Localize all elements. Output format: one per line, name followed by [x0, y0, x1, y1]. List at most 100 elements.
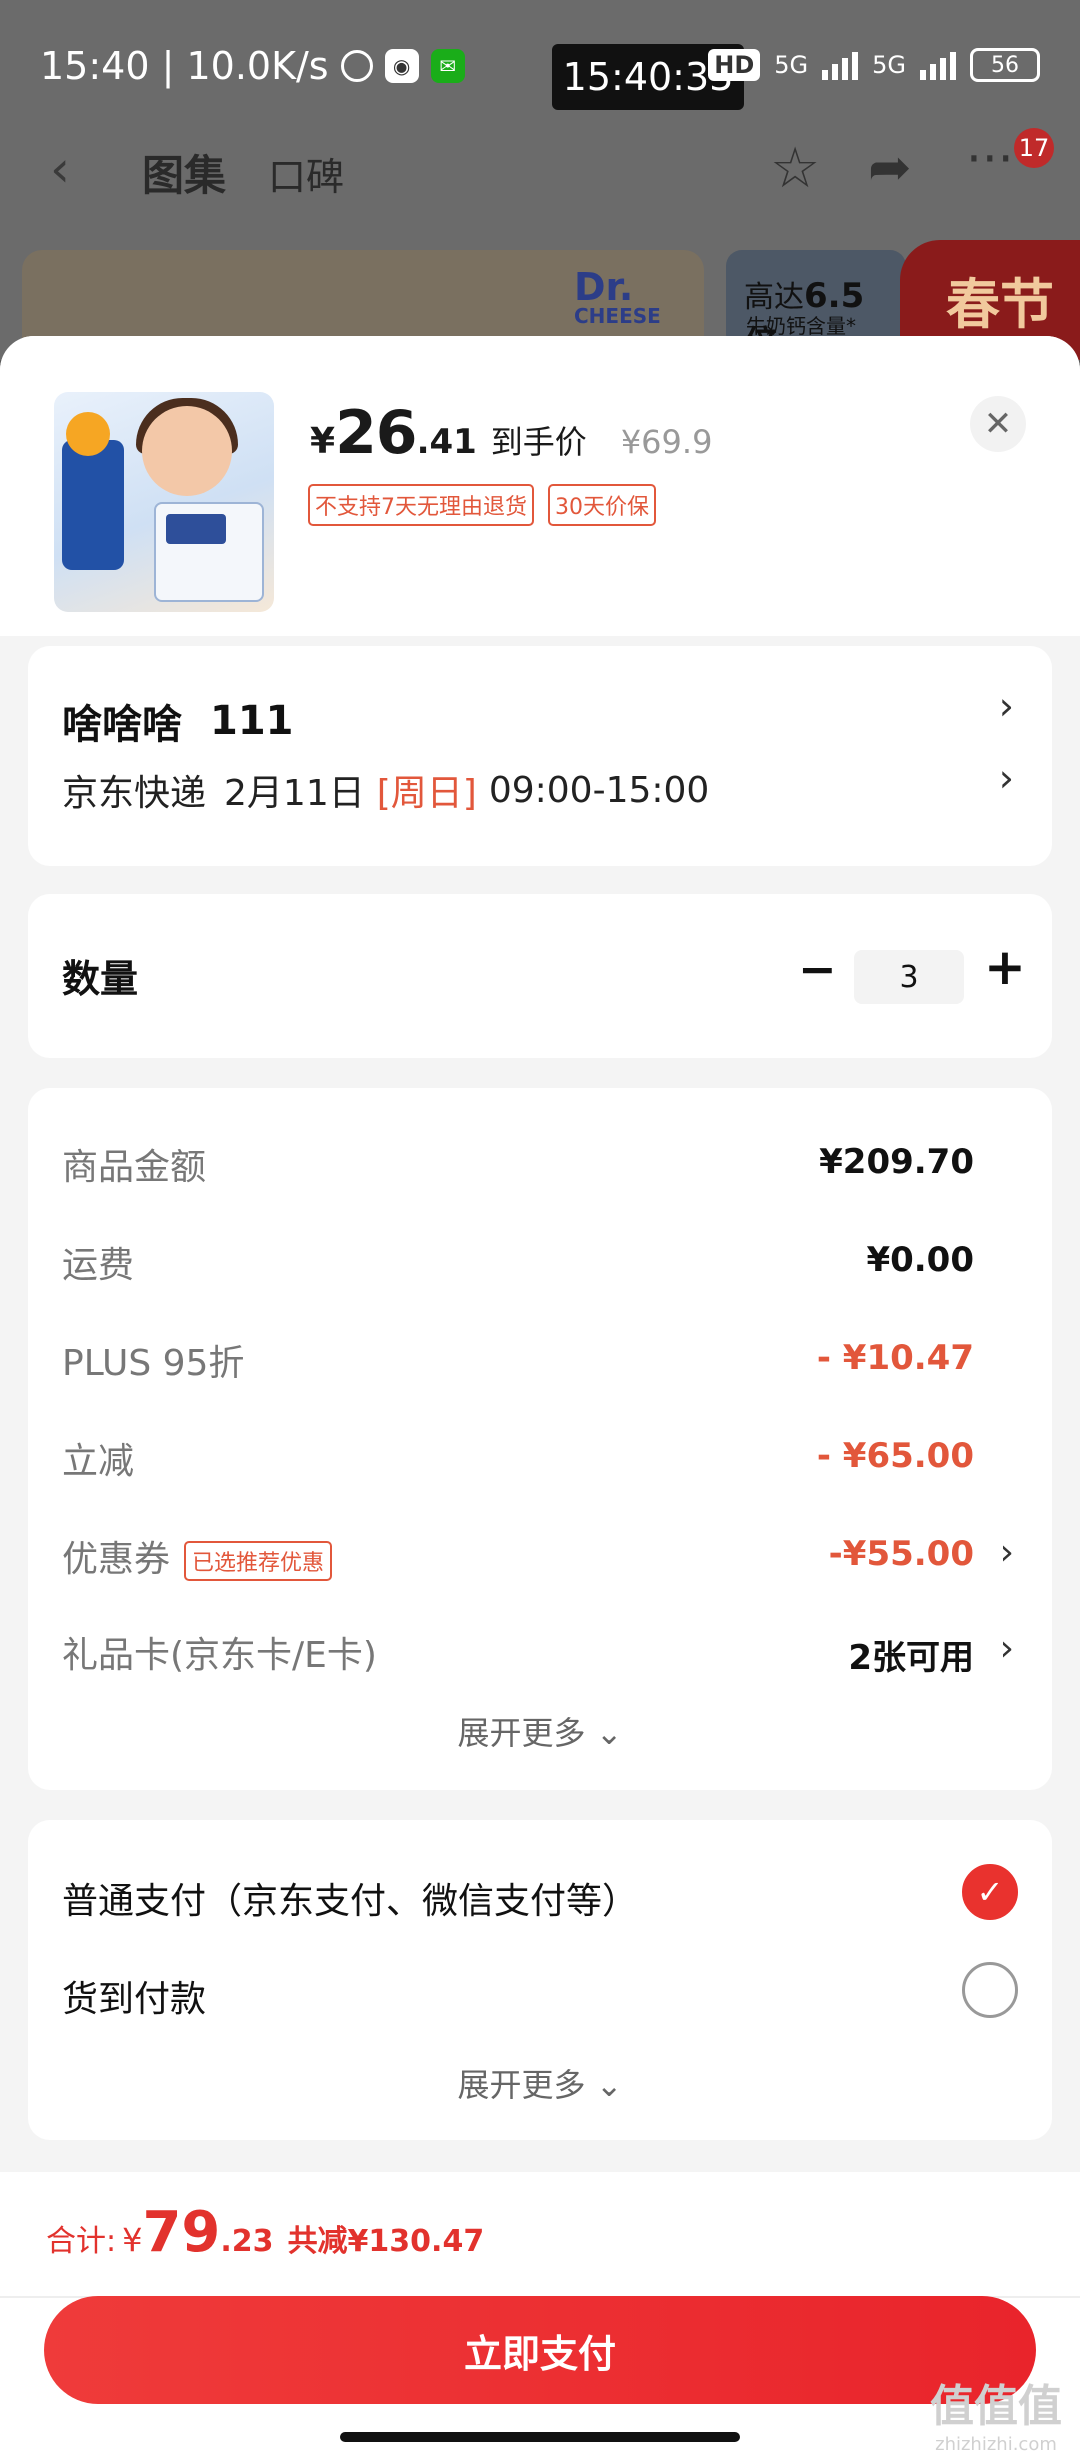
payment-method-card: 普通支付（京东支付、微信支付等） ✓ 货到付款 展开更多 ⌄: [28, 1820, 1052, 2140]
radio-unchecked-icon[interactable]: [962, 1962, 1018, 2018]
battery-icon: 56: [970, 48, 1040, 82]
product-image: [54, 392, 274, 612]
fee-label: PLUS 95折: [62, 1343, 245, 1384]
recipient-phone: 111: [210, 698, 294, 744]
original-price: ¥69.9: [620, 423, 713, 461]
price-decimal: .41: [416, 422, 477, 462]
delivery-info[interactable]: 京东快递 2月11日 [周日] 09:00-15:00: [62, 764, 1018, 816]
hd-badge: HD: [708, 49, 761, 81]
watermark: 值值值 zhizhizhi.com: [930, 2370, 1062, 2455]
total-integer: 79: [142, 2200, 221, 2265]
total-saved: 共减¥130.47: [287, 2224, 485, 2259]
background-page: 15:40 | 10.0K/s ◉ ✉ 15:40:33 HD 5G 5G 56…: [0, 0, 1080, 360]
tag-price-protect: 30天价保: [548, 484, 656, 526]
tag-no-return: 不支持7天无理由退货: [308, 484, 534, 526]
signal-icon: [822, 50, 859, 80]
address-card[interactable]: 啥啥啥 111 › 京东快递 2月11日 [周日] 09:00-15:00 ›: [28, 646, 1052, 866]
expand-more-button[interactable]: 展开更多 ⌄: [28, 2060, 1052, 2106]
expand-more-button[interactable]: 展开更多 ⌄: [28, 1708, 1052, 1754]
fee-row-coupon[interactable]: 优惠券 已选推荐优惠 -¥55.00 ›: [62, 1530, 1018, 1590]
payment-option-label: 普通支付（京东支付、微信支付等）: [62, 1881, 639, 1922]
tab-gallery[interactable]: 图集: [142, 142, 226, 203]
fee-row-instant: 立减 - ¥65.00: [62, 1432, 1018, 1492]
decrease-button[interactable]: −: [798, 942, 837, 996]
total-label: 合计:: [46, 2224, 117, 2259]
fee-label: 立减: [62, 1441, 135, 1482]
chevron-right-icon[interactable]: ›: [1000, 1532, 1014, 1573]
image-side-tag: [62, 440, 124, 570]
expand-more-label: 展开更多: [457, 1714, 586, 1752]
quantity-input[interactable]: 3: [854, 950, 964, 1004]
fee-value: -¥55.00: [828, 1534, 974, 1574]
checkout-sheet: ¥ 26 .41 到手价 ¥69.9 不支持7天无理由退货 30天价保 ✕ 啥啥…: [0, 336, 1080, 2460]
fee-label: 运费: [62, 1245, 135, 1286]
promo-sub: 牛奶钙含量*: [746, 314, 856, 338]
back-arrow-icon[interactable]: ‹: [50, 140, 70, 198]
chevron-down-icon: ⌄: [595, 1714, 623, 1752]
chevron-right-icon[interactable]: ›: [999, 756, 1014, 800]
fee-value: ¥0.00: [866, 1240, 974, 1280]
brand-line-2: CHEESE: [574, 304, 661, 328]
fee-label: 优惠券 已选推荐优惠: [62, 1530, 333, 1582]
chevron-down-icon: ⌄: [595, 2066, 623, 2104]
fee-label: 礼品卡(京东卡/E卡): [62, 1635, 377, 1676]
delivery-weekday: [周日]: [376, 773, 477, 814]
status-speed: 15:40 | 10.0K/s: [40, 44, 329, 88]
increase-button[interactable]: +: [984, 938, 1026, 996]
payment-option-cod[interactable]: 货到付款: [62, 1962, 1018, 2026]
image-bag-label: [166, 514, 226, 544]
price-label: 到手价: [490, 423, 587, 461]
brand-line-1: Dr.: [574, 265, 634, 309]
fee-value: - ¥65.00: [816, 1436, 974, 1476]
price-integer: 26: [335, 398, 417, 468]
total-symbol: ¥: [122, 2221, 143, 2259]
watermark-domain: zhizhizhi.com: [935, 2434, 1057, 2455]
payment-option-label: 货到付款: [62, 1979, 207, 2020]
more-icon[interactable]: ···: [966, 130, 1014, 188]
status-right: HD 5G 5G 56: [708, 48, 1040, 82]
price-breakdown-card: 商品金额 ¥209.70 运费 ¥0.00 PLUS 95折 - ¥10.47 …: [28, 1088, 1052, 1790]
alarm-icon: [340, 50, 373, 82]
coupon-tag: 已选推荐优惠: [184, 1541, 333, 1581]
fee-value: ¥209.70: [819, 1142, 974, 1182]
price-symbol: ¥: [310, 421, 336, 462]
fee-value: 2张可用: [848, 1638, 974, 1678]
signal-icon-2: [920, 50, 956, 80]
radio-checked-icon[interactable]: ✓: [962, 1864, 1018, 1920]
delivery-date: 2月11日: [224, 773, 365, 814]
total-line: 合计: ¥ 79 .23 共减¥130.47: [46, 2200, 484, 2265]
fee-label: 商品金额: [62, 1147, 207, 1188]
status-bar: 15:40 | 10.0K/s ◉ ✉ 15:40:33 HD 5G 5G 56: [0, 0, 1080, 140]
recipient-name: 啥啥啥: [62, 702, 182, 748]
payment-option-online[interactable]: 普通支付（京东支付、微信支付等） ✓: [62, 1864, 1018, 1928]
delivery-time: 09:00-15:00: [488, 769, 710, 811]
camera-notification-icon: ◉: [384, 49, 419, 83]
watermark-text: 值值值: [930, 2381, 1062, 2432]
price-row: ¥ 26 .41 到手价 ¥69.9: [310, 398, 712, 468]
pay-now-button[interactable]: 立即支付: [44, 2296, 1036, 2404]
image-face: [142, 406, 232, 496]
tab-reviews[interactable]: 口碑: [268, 146, 344, 201]
close-icon[interactable]: ✕: [970, 396, 1026, 452]
fee-row-plus: PLUS 95折 - ¥10.47: [62, 1334, 1018, 1394]
product-tags: 不支持7天无理由退货 30天价保: [308, 484, 656, 526]
courier: 京东快递: [62, 773, 207, 814]
product-header: ¥ 26 .41 到手价 ¥69.9 不支持7天无理由退货 30天价保 ✕: [0, 336, 1080, 636]
fee-row-goods: 商品金额 ¥209.70: [62, 1138, 1018, 1198]
chevron-right-icon[interactable]: ›: [999, 684, 1014, 728]
home-indicator[interactable]: [340, 2432, 740, 2442]
brand-logo: Dr. CHEESE: [574, 268, 661, 326]
fee-row-giftcard[interactable]: 礼品卡(京东卡/E卡) 2张可用 ›: [62, 1626, 1018, 1686]
quantity-card: 数量 − 3 +: [28, 894, 1052, 1058]
network-label-2: 5G: [872, 51, 906, 79]
star-icon[interactable]: ☆: [770, 136, 820, 201]
message-badge: 17: [1014, 128, 1054, 168]
share-icon[interactable]: ➦: [868, 138, 912, 198]
network-label: 5G: [774, 51, 809, 79]
recipient: 啥啥啥 111: [62, 692, 1018, 750]
image-badge: [66, 412, 110, 456]
fee-value: - ¥10.47: [816, 1338, 974, 1378]
chevron-right-icon[interactable]: ›: [1000, 1628, 1014, 1669]
total-decimal: .23: [220, 2224, 274, 2259]
expand-more-label: 展开更多: [457, 2066, 586, 2104]
